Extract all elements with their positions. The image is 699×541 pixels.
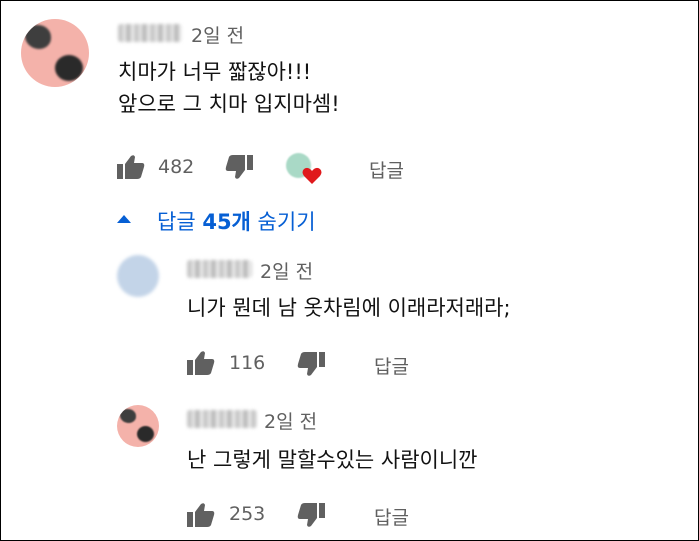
comment-line: 앞으로 그 치마 입지마셈! [118, 92, 340, 117]
like-count: 116 [229, 352, 266, 374]
avatar[interactable] [117, 255, 159, 297]
reply-button[interactable]: 답글 [374, 503, 409, 530]
comment-time[interactable]: 2일 전 [191, 21, 244, 48]
thumbs-down-icon[interactable] [297, 503, 325, 529]
comment-body: 난 그렇게 말할수있는 사람이니깐 [187, 448, 478, 472]
avatar[interactable] [117, 405, 159, 447]
reply-button[interactable]: 답글 [374, 352, 409, 379]
heart-icon [302, 167, 322, 184]
comment-time[interactable]: 2일 전 [260, 257, 313, 284]
hide-replies-toggle[interactable]: 답글 45개 숨기기 [117, 206, 316, 236]
comment-body: 치마가 너무 짧잖아!!! 앞으로 그 치마 입지마셈! [118, 60, 340, 117]
comment-line: 치마가 너무 짧잖아!!! [118, 60, 312, 84]
comment-time[interactable]: 2일 전 [264, 407, 317, 434]
like-count: 482 [158, 156, 195, 178]
like-count: 253 [229, 503, 266, 525]
chevron-up-icon [117, 215, 131, 223]
thumbs-up-icon[interactable] [117, 154, 145, 180]
reply-button[interactable]: 답글 [369, 156, 404, 183]
thumbs-down-icon[interactable] [297, 352, 325, 378]
hide-replies-suffix: 숨기기 [250, 210, 316, 234]
reply-count: 45개 [202, 210, 251, 234]
thumbs-down-icon[interactable] [225, 155, 253, 181]
username-blurred[interactable] [118, 24, 182, 42]
thumbs-up-icon[interactable] [187, 502, 215, 528]
thumbs-up-icon[interactable] [187, 350, 215, 376]
creator-heart-badge [286, 153, 324, 187]
avatar[interactable] [21, 19, 89, 87]
username-blurred[interactable] [187, 410, 257, 428]
hide-replies-prefix: 답글 [157, 210, 203, 234]
username-blurred[interactable] [187, 260, 252, 278]
comment-body: 니가 뭔데 남 옷차림에 이래라저래라; [187, 296, 511, 320]
